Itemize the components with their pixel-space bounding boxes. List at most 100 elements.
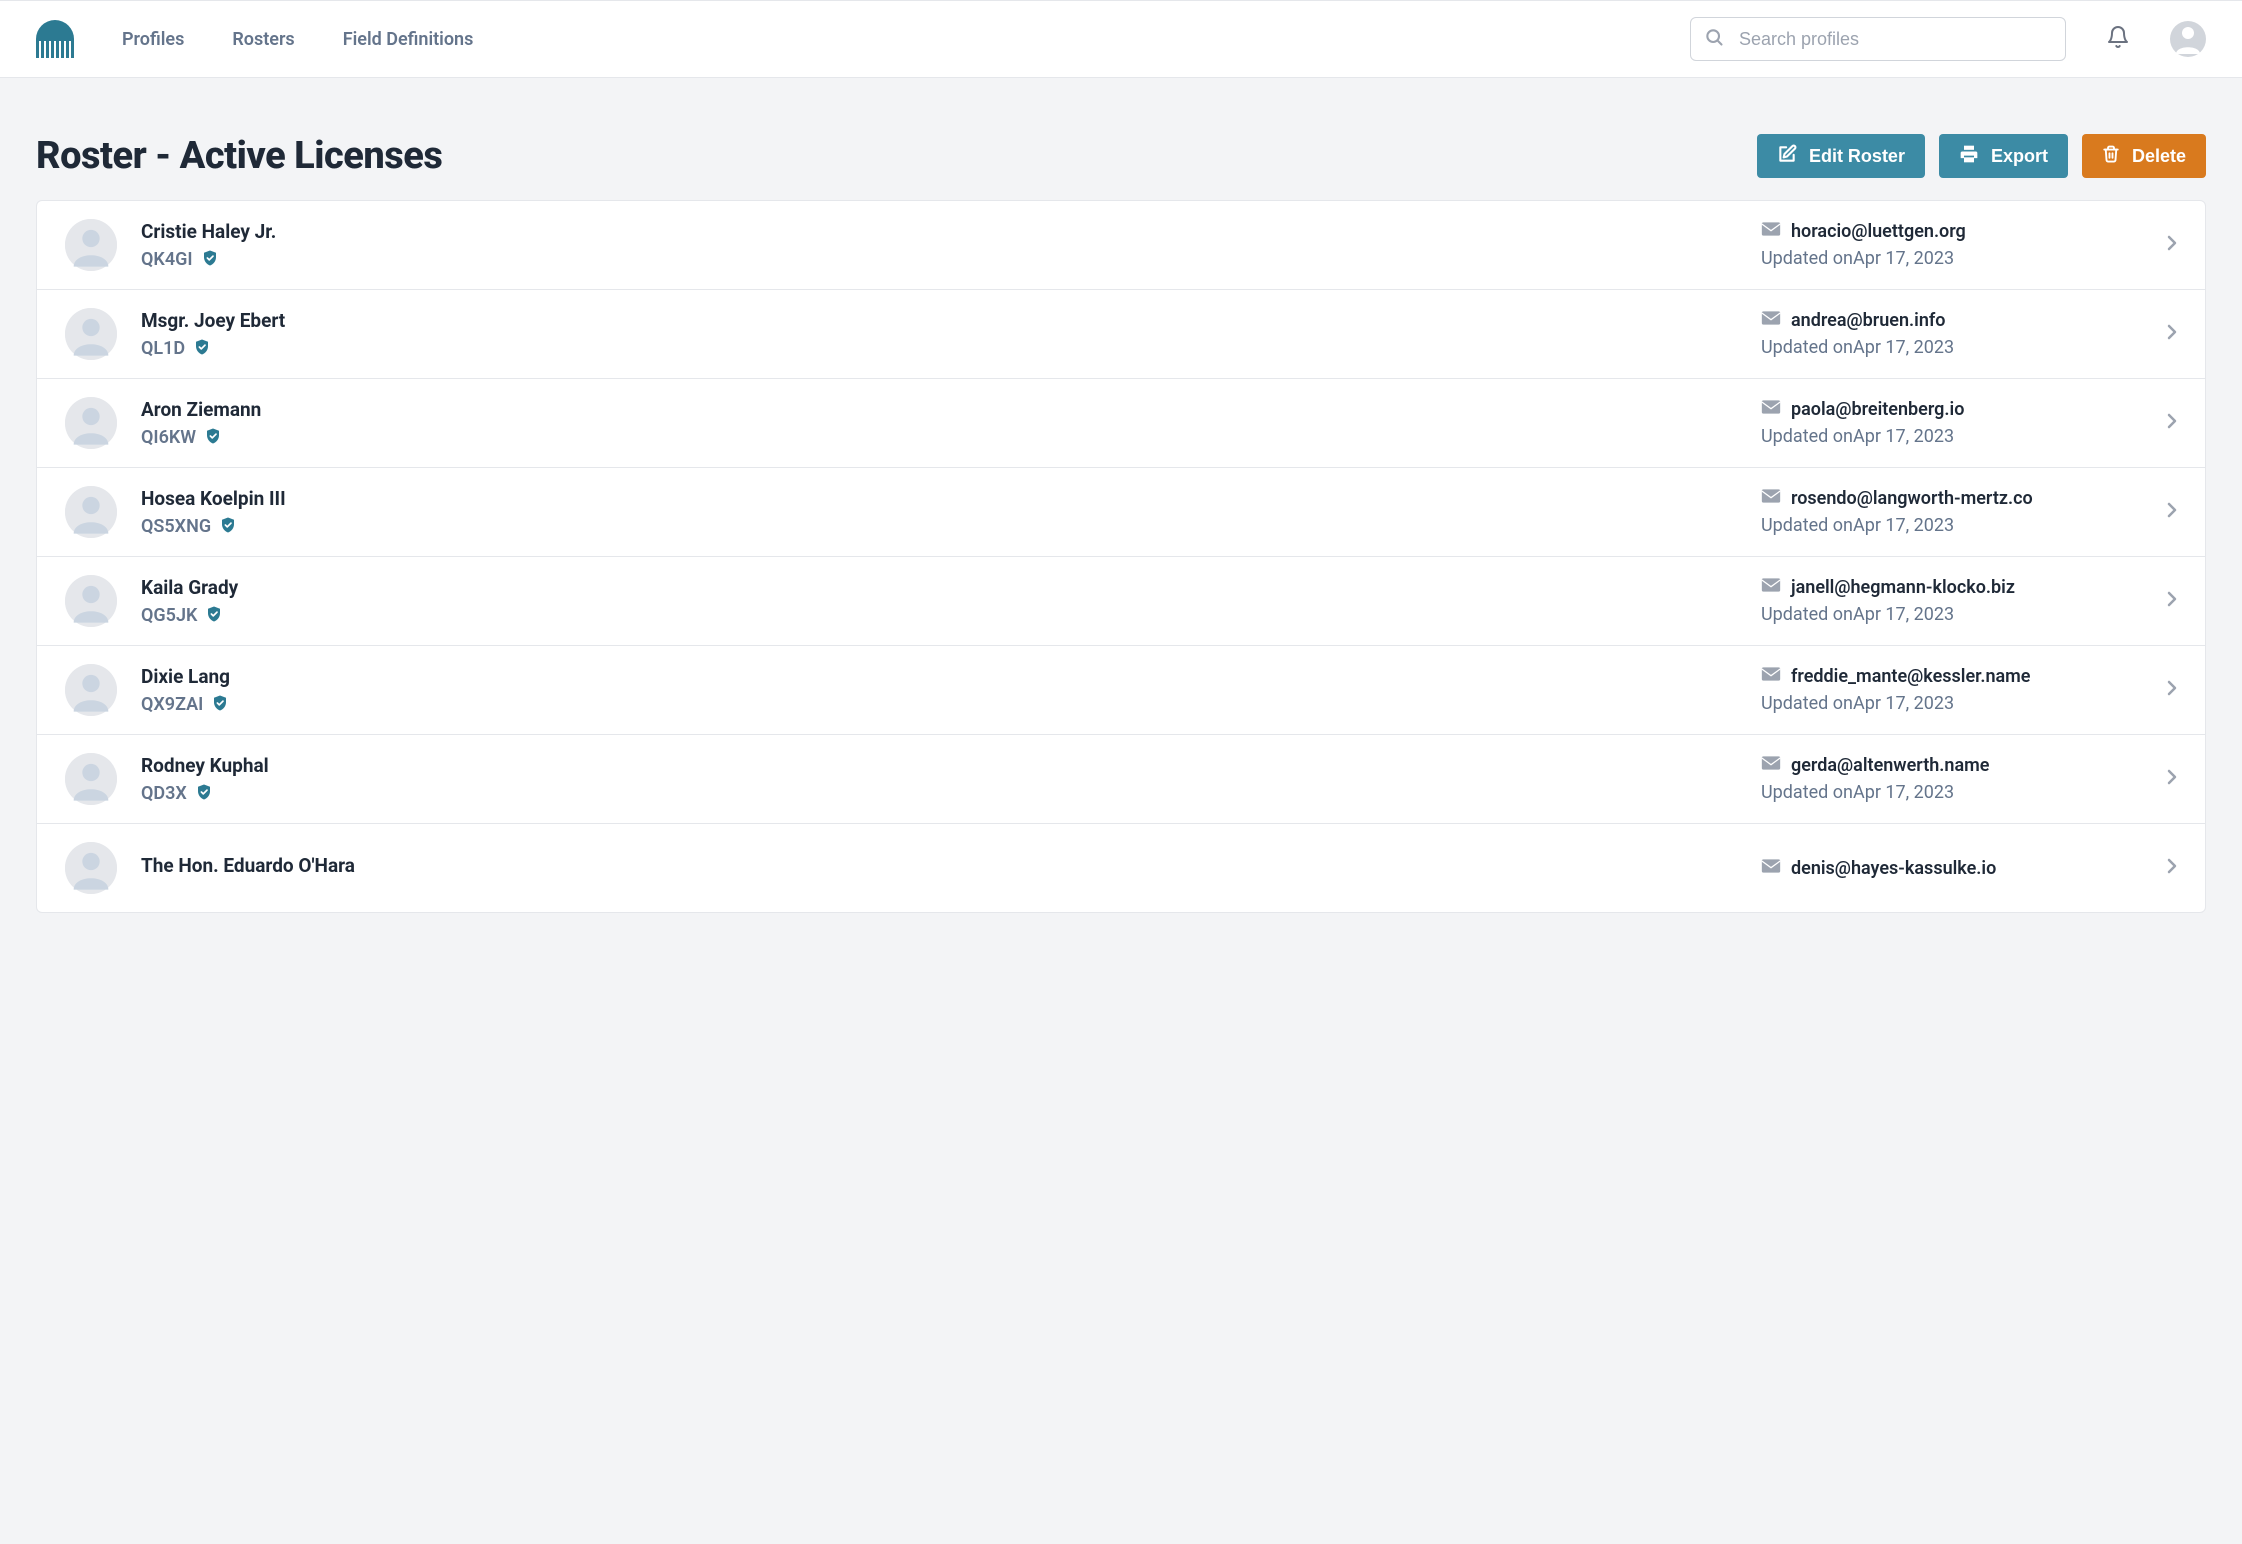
row-right: rosendo@langworth-mertz.co Updated onApr…: [1761, 488, 2151, 536]
mail-icon: [1761, 577, 1781, 598]
roster-row[interactable]: The Hon. Eduardo O'Hara denis@hayes-kass…: [37, 824, 2205, 912]
row-name: Kaila Grady: [141, 576, 1761, 599]
edit-icon: [1777, 144, 1797, 169]
roster-row[interactable]: Aron Ziemann QI6KW paola@breitenberg.io …: [37, 379, 2205, 468]
row-email: paola@breitenberg.io: [1791, 399, 1964, 420]
row-left: Hosea Koelpin III QS5XNG: [141, 487, 1761, 538]
mail-icon: [1761, 666, 1781, 687]
header-left: Profiles Rosters Field Definitions: [36, 20, 473, 58]
row-code: QK4GI: [141, 249, 193, 270]
shield-check-icon: [201, 249, 219, 271]
row-name: Dixie Lang: [141, 665, 1761, 688]
nav-rosters[interactable]: Rosters: [232, 29, 294, 50]
row-avatar: [65, 753, 117, 805]
mail-icon: [1761, 310, 1781, 331]
row-email: janell@hegmann-klocko.biz: [1791, 577, 2015, 598]
row-name: Msgr. Joey Ebert: [141, 309, 1761, 332]
user-avatar[interactable]: [2170, 21, 2206, 57]
row-code-line: QS5XNG: [141, 516, 1761, 538]
row-updated: Updated onApr 17, 2023: [1761, 604, 2151, 625]
row-name: Hosea Koelpin III: [141, 487, 1761, 510]
chevron-right-icon: [2167, 502, 2177, 522]
shield-check-icon: [204, 427, 222, 449]
row-email-line: horacio@luettgen.org: [1761, 221, 2151, 242]
row-left: Aron Ziemann QI6KW: [141, 398, 1761, 449]
roster-row[interactable]: Kaila Grady QG5JK janell@hegmann-klocko.…: [37, 557, 2205, 646]
chevron-right-icon: [2167, 769, 2177, 789]
page-header: Roster - Active Licenses Edit Roster: [36, 134, 2206, 178]
app-logo[interactable]: [36, 20, 74, 58]
row-right: andrea@bruen.info Updated onApr 17, 2023: [1761, 310, 2151, 358]
row-right: horacio@luettgen.org Updated onApr 17, 2…: [1761, 221, 2151, 269]
row-updated: Updated onApr 17, 2023: [1761, 426, 2151, 447]
edit-roster-label: Edit Roster: [1809, 146, 1905, 167]
roster-row[interactable]: Msgr. Joey Ebert QL1D andrea@bruen.info …: [37, 290, 2205, 379]
roster-row[interactable]: Dixie Lang QX9ZAI freddie_mante@kessler.…: [37, 646, 2205, 735]
row-name: Aron Ziemann: [141, 398, 1761, 421]
row-updated: Updated onApr 17, 2023: [1761, 782, 2151, 803]
row-code: QL1D: [141, 338, 185, 359]
delete-label: Delete: [2132, 146, 2186, 167]
trash-icon: [2102, 144, 2120, 169]
header-right: [1690, 17, 2206, 61]
shield-check-icon: [205, 605, 223, 627]
print-icon: [1959, 144, 1979, 169]
row-email-line: paola@breitenberg.io: [1761, 399, 2151, 420]
export-label: Export: [1991, 146, 2048, 167]
main-container: Roster - Active Licenses Edit Roster: [0, 78, 2242, 913]
row-code-line: QG5JK: [141, 605, 1761, 627]
row-right: janell@hegmann-klocko.biz Updated onApr …: [1761, 577, 2151, 625]
nav-field-definitions[interactable]: Field Definitions: [343, 29, 474, 50]
bell-icon[interactable]: [2106, 25, 2130, 53]
mail-icon: [1761, 399, 1781, 420]
roster-row[interactable]: Hosea Koelpin III QS5XNG rosendo@langwor…: [37, 468, 2205, 557]
search-input[interactable]: [1690, 17, 2066, 61]
row-name: Cristie Haley Jr.: [141, 220, 1761, 243]
row-right: freddie_mante@kessler.name Updated onApr…: [1761, 666, 2151, 714]
row-left: Msgr. Joey Ebert QL1D: [141, 309, 1761, 360]
shield-check-icon: [193, 338, 211, 360]
row-email-line: rosendo@langworth-mertz.co: [1761, 488, 2151, 509]
export-button[interactable]: Export: [1939, 134, 2068, 178]
row-email: denis@hayes-kassulke.io: [1791, 858, 1996, 879]
row-email: andrea@bruen.info: [1791, 310, 1945, 331]
row-code: QD3X: [141, 783, 187, 804]
chevron-right-icon: [2167, 858, 2177, 878]
row-code-line: QI6KW: [141, 427, 1761, 449]
row-right: denis@hayes-kassulke.io: [1761, 858, 2151, 879]
row-updated: Updated onApr 17, 2023: [1761, 693, 2151, 714]
row-name: Rodney Kuphal: [141, 754, 1761, 777]
mail-icon: [1761, 488, 1781, 509]
row-updated: Updated onApr 17, 2023: [1761, 337, 2151, 358]
shield-check-icon: [195, 783, 213, 805]
chevron-right-icon: [2167, 235, 2177, 255]
row-email-line: janell@hegmann-klocko.biz: [1761, 577, 2151, 598]
row-avatar: [65, 219, 117, 271]
mail-icon: [1761, 755, 1781, 776]
search-icon: [1704, 27, 1724, 51]
row-updated: Updated onApr 17, 2023: [1761, 248, 2151, 269]
roster-list: Cristie Haley Jr. QK4GI horacio@luettgen…: [36, 200, 2206, 913]
roster-row[interactable]: Rodney Kuphal QD3X gerda@altenwerth.name…: [37, 735, 2205, 824]
row-code: QG5JK: [141, 605, 197, 626]
row-email-line: denis@hayes-kassulke.io: [1761, 858, 2151, 879]
shield-check-icon: [219, 516, 237, 538]
delete-button[interactable]: Delete: [2082, 134, 2206, 178]
row-code: QI6KW: [141, 427, 196, 448]
row-left: The Hon. Eduardo O'Hara: [141, 854, 1761, 883]
row-email: gerda@altenwerth.name: [1791, 755, 1989, 776]
edit-roster-button[interactable]: Edit Roster: [1757, 134, 1925, 178]
chevron-right-icon: [2167, 324, 2177, 344]
main-nav: Profiles Rosters Field Definitions: [122, 29, 473, 50]
row-code-line: QL1D: [141, 338, 1761, 360]
row-email: rosendo@langworth-mertz.co: [1791, 488, 2033, 509]
row-email-line: freddie_mante@kessler.name: [1761, 666, 2151, 687]
page-title: Roster - Active Licenses: [36, 134, 442, 178]
row-avatar: [65, 575, 117, 627]
roster-row[interactable]: Cristie Haley Jr. QK4GI horacio@luettgen…: [37, 201, 2205, 290]
row-email: horacio@luettgen.org: [1791, 221, 1966, 242]
app-header: Profiles Rosters Field Definitions: [0, 0, 2242, 78]
chevron-right-icon: [2167, 413, 2177, 433]
shield-check-icon: [211, 694, 229, 716]
nav-profiles[interactable]: Profiles: [122, 29, 184, 50]
